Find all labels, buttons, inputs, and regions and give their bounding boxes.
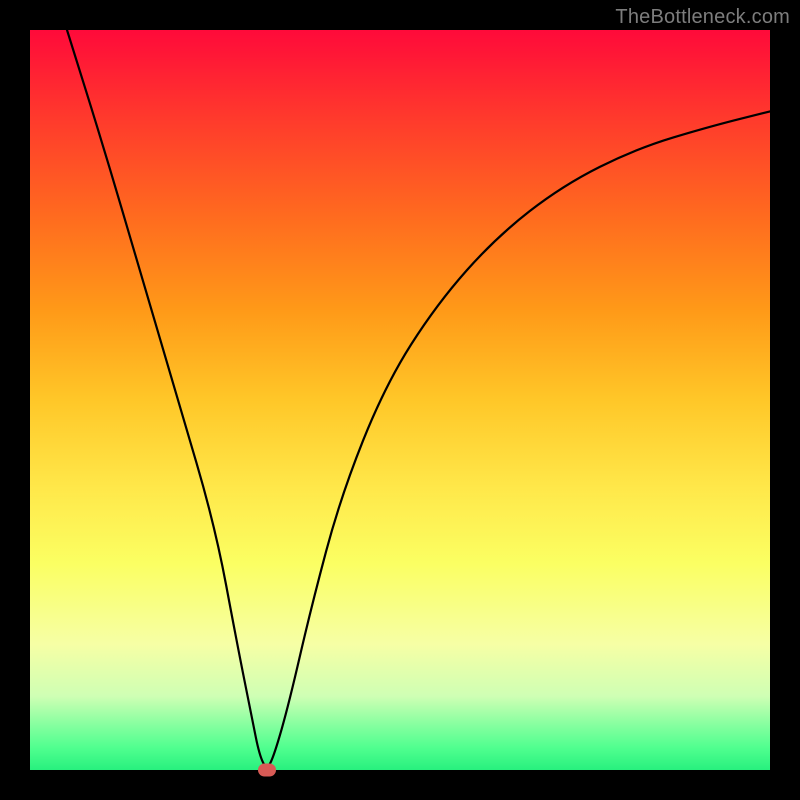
- chart-frame: TheBottleneck.com: [0, 0, 800, 800]
- bottleneck-curve-path: [67, 30, 770, 766]
- plot-area: [30, 30, 770, 770]
- curve-svg: [30, 30, 770, 770]
- minimum-marker: [258, 764, 276, 777]
- watermark-text: TheBottleneck.com: [615, 6, 790, 29]
